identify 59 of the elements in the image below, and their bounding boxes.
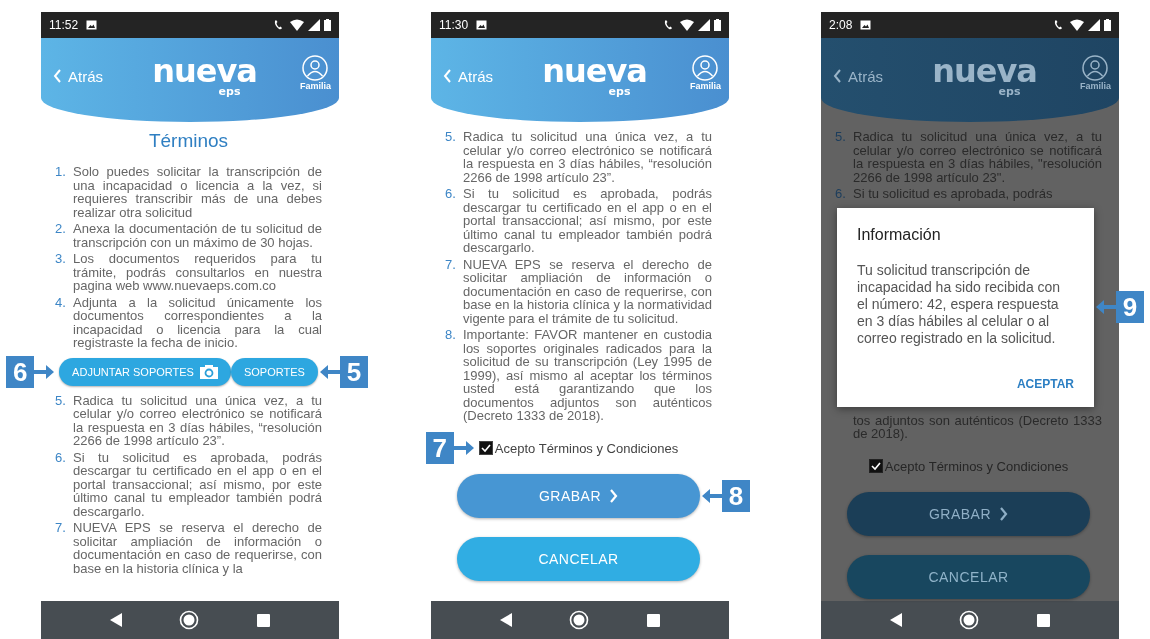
- list-number: 1.: [55, 165, 67, 181]
- list-number: 2.: [55, 222, 67, 238]
- callout-number: 9: [1116, 291, 1144, 323]
- list-text: NUEVA EPS se reserva el derecho de solicitar ampliación de información o documentación en caso de requerirse, con base en la historia clínica y la normatividad vigente para el trámite de tu solicitud.: [463, 257, 712, 325]
- list-number: 6.: [55, 450, 67, 467]
- profile-button[interactable]: Familia: [690, 55, 721, 91]
- callout-number: 8: [722, 479, 750, 512]
- callout-number: 7: [425, 432, 454, 464]
- checkbox-label: Acepto Términos y Condiciones: [884, 458, 1069, 474]
- list-number: 5.: [55, 393, 67, 410]
- page-title: Términos: [147, 130, 230, 152]
- back-button[interactable]: Atrás: [443, 67, 493, 85]
- status-time: 2:08: [829, 18, 853, 32]
- profile-button[interactable]: Familia: [300, 55, 331, 91]
- cancel-button[interactable]: CANCELAR: [457, 536, 700, 581]
- logo-subtitle: eps: [608, 84, 631, 98]
- list-text: NUEVA EPS se reserva el derecho de solicitar ampliación de información o documentación en caso de requerirse, con base en la historia clínica y la: [73, 521, 322, 575]
- list-text: Radica tu solicitud una única vez, a tu celular y/o correo electrónico se notificará la respuesta en 3 días hábiles, “resolución 2266 de 1998 artículo 23”.: [463, 130, 712, 184]
- callout-number: 5: [339, 355, 368, 388]
- list-text: Si tu solicitud es aprobada, podrás descargar tu certificado en el app o en el portal transaccional; así mismo, por este último canal tu empleador también podrá descargarlo.: [73, 450, 322, 518]
- status-time: 11:52: [49, 18, 79, 32]
- list-text: Solo puedes solicitar la transcripción de una incapacidad o licencia a la vez, si requieres transcribir más de una debes realizar otra solicitud: [73, 165, 322, 219]
- attach-button[interactable]: SOPORTES: [230, 357, 318, 386]
- save-button[interactable]: GRABAR: [847, 491, 1090, 536]
- list-number: 5.: [445, 130, 457, 146]
- back-button[interactable]: Atrás: [833, 67, 883, 85]
- list-number: 6.: [445, 187, 457, 203]
- back-button[interactable]: Atrás: [53, 67, 103, 85]
- list-text: Los documentos requeridos para tu trámite, podrás consultarlos en nuestra pagina web www.nuevaeps.com.co: [73, 252, 322, 293]
- list-number: 3.: [55, 252, 67, 268]
- list-text: Radica tu solicitud una única vez, a tu celular y/o correo electrónico se notificará la respuesta en 3 días hábiles, "resolución 2266 de 1998 artículo 23".: [853, 130, 1102, 184]
- status-time: 11:30: [439, 18, 469, 32]
- dialog-message: Tu solicitud transcripción de incapacidad ha sido recibida con el número: 42, espera respuesta en 3 días hábiles al celular o al correo registrado en la solicitud.: [857, 261, 1062, 347]
- list-number: 6.: [835, 187, 847, 201]
- logo-subtitle: eps: [998, 84, 1021, 98]
- callout-number: 6: [6, 355, 35, 388]
- dialog-title: Información: [857, 225, 942, 244]
- list-text: Anexa la documentación de tu solicitud de transcripción con un máximo de 30 hojas.: [73, 222, 322, 249]
- list-text: tos adjuntos son auténticos (Decreto 1333 de 2018).: [852, 413, 1102, 441]
- logo-wordmark: nueva: [932, 54, 1037, 87]
- list-number: 5.: [835, 130, 847, 146]
- logo-wordmark: nueva: [152, 54, 257, 87]
- logo-subtitle: eps: [218, 84, 241, 98]
- list-text: Importante: FAVOR mantener en custodia los soportes originales radicados para la solicitud de su transcripción (Ley 1995 de 1999), así mismo al aceptar los términos usted está garantizando que los documentos adjuntos son auténticos (Decreto 1333 de 2018).: [463, 328, 712, 423]
- cancel-button[interactable]: CANCELAR: [847, 554, 1090, 599]
- list-number: 8.: [445, 328, 457, 344]
- logo-wordmark: nueva: [542, 54, 647, 87]
- list-number: 4.: [55, 295, 67, 312]
- checkbox-label: Acepto Términos y Condiciones: [494, 440, 679, 456]
- list-number: 7.: [445, 257, 457, 274]
- list-number: 7.: [55, 521, 67, 537]
- accept-button[interactable]: ACEPTAR: [1016, 372, 1074, 395]
- attach-button[interactable]: ADJUNTAR SOPORTES: [59, 357, 231, 386]
- list-text: Adjunta a la solicitud únicamente los documentos correspondientes a la incapacidad o licencia para la cual registraste la fecha de inicio.: [73, 295, 322, 350]
- list-text: Si tu solicitud es aprobada, podrás descargar tu certificado en el app o en el portal transaccional; así mismo, por este último canal tu empleador también podrá descargarlo.: [463, 187, 712, 255]
- list-text: Radica tu solicitud una única vez, a tu celular y/o correo electrónico se notificará la respuesta en 3 días hábiles, “resolución 2266 de 1998 artículo 23”.: [73, 393, 322, 448]
- profile-button[interactable]: Familia: [1080, 55, 1111, 91]
- list-text: Si tu solicitud es aprobada, podrás: [853, 187, 1053, 201]
- save-button[interactable]: GRABAR: [457, 473, 700, 518]
